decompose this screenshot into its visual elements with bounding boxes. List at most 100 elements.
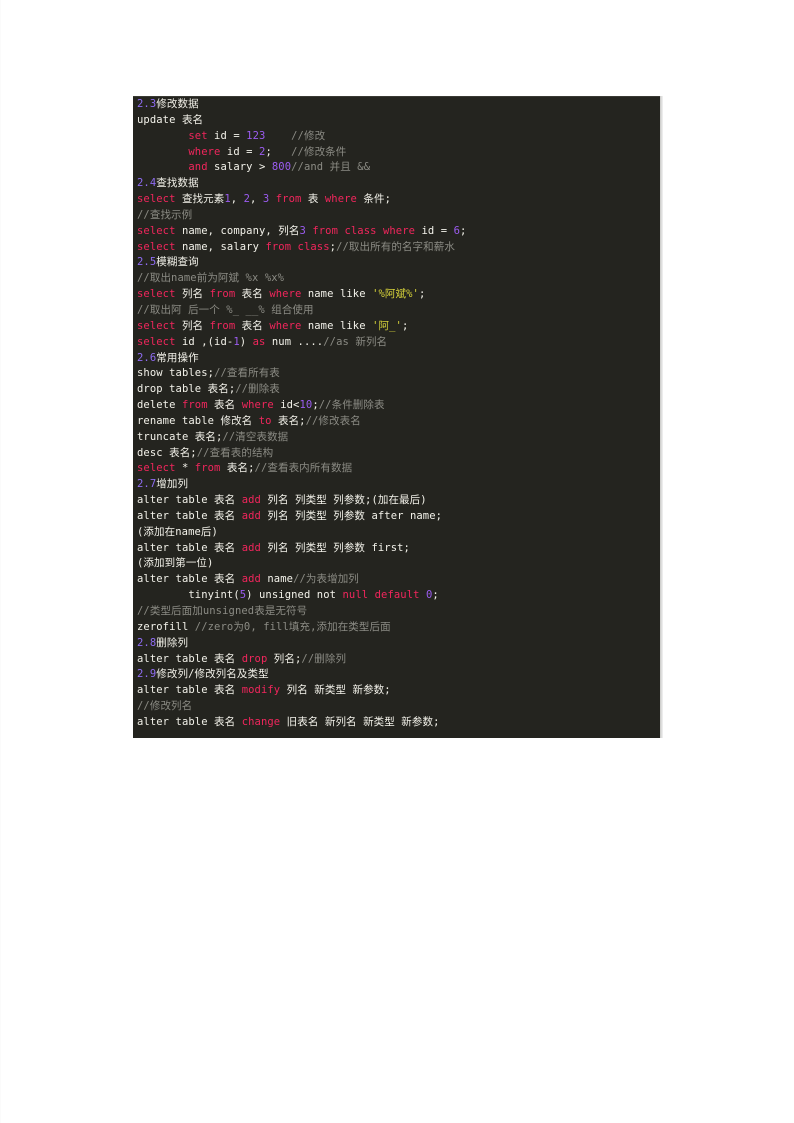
code-token-str: '%阿斌%': [372, 288, 419, 301]
code-token-kw: add: [241, 509, 261, 522]
code-line: drop table 表名;//删除表: [137, 382, 660, 398]
code-line: alter table 表名 add 列名 列类型 列参数 after name…: [137, 509, 660, 525]
code-token-id: 表名: [235, 288, 270, 301]
code-token-id: id ,(id-: [175, 335, 234, 348]
code-token-id: 增加列: [156, 478, 189, 491]
code-token-kw: where: [382, 224, 416, 237]
code-line: set id = 123 //修改: [137, 129, 660, 145]
code-token-cmt: //查看表的结构: [196, 446, 274, 459]
code-token-id: alter table 表名: [137, 715, 242, 728]
code-token-cmt: //and 并且 &&: [291, 161, 371, 174]
code-token-kw: class: [297, 240, 330, 253]
code-token-id: 删除列: [156, 636, 189, 649]
code-token-kw: select: [137, 288, 176, 301]
code-token-id: 修改列/修改列名及类型: [156, 668, 269, 681]
code-token-op: [137, 146, 188, 158]
code-token-sec: 2.4: [137, 177, 157, 190]
code-token-kw: as: [252, 335, 266, 348]
code-line: //取出阿 后一个 %_ __% 组合使用: [137, 303, 660, 319]
code-line: //类型后面加unsigned表是无符号: [137, 604, 660, 620]
code-token-id: salary: [207, 161, 260, 174]
code-token-id: (添加在name后): [137, 525, 218, 538]
code-token-id: ;: [418, 288, 426, 301]
code-token-id: 表: [301, 193, 325, 206]
code-token-id: 列名;: [267, 652, 302, 665]
code-token-kw: and: [188, 161, 208, 174]
code-token-cmt: //zero为0, fill填充,添加在类型后面: [188, 620, 391, 633]
code-line: select id ,(id-1) as num ....//as 新列名: [137, 335, 660, 351]
code-token-kw: where: [241, 399, 274, 412]
code-line: rename table 修改名 to 表名;//修改表名: [137, 414, 660, 430]
code-token-id: name, salary: [175, 240, 266, 253]
code-line: select name, salary from class;//取出所有的名字…: [137, 240, 660, 256]
code-token-kw: modify: [241, 684, 281, 697]
code-token-id: alter table 表名: [137, 541, 242, 554]
code-token-num: 800: [271, 161, 292, 174]
code-token-id: zerofill: [137, 620, 189, 633]
code-token-id: 表名;: [271, 414, 306, 427]
code-token-kw: where: [269, 288, 302, 301]
code-token-op: [272, 146, 291, 158]
code-token-cmt: //类型后面加unsigned表是无符号: [137, 605, 308, 617]
code-token-id: id: [220, 145, 247, 158]
code-token-id: name, company, 列名: [175, 224, 300, 237]
code-line: select * from 表名;//查看表内所有数据: [137, 461, 660, 477]
code-line: select 列名 from 表名 where name like '%阿斌%'…: [137, 287, 660, 303]
code-token-cmt: //取出阿 后一个 %_ __% 组合使用: [137, 303, 314, 316]
code-line: //查找示例: [137, 208, 660, 224]
code-line: and salary > 800//and 并且 &&: [137, 160, 660, 176]
code-token-cmt: //修改列名: [137, 700, 193, 713]
code-token-id: 表名: [175, 113, 204, 126]
code-token-id: ) unsigned not: [246, 589, 343, 602]
code-lines-container: 2.3修改数据 update 表名 set id = 123 //修改 where…: [133, 97, 660, 731]
code-token-kw: class: [344, 224, 377, 237]
code-token-cmt: //为表增加列: [293, 573, 359, 586]
code-line: (添加到第一位): [137, 556, 660, 572]
code-token-id: ;: [432, 589, 439, 602]
code-token-id: rename table 修改名: [137, 414, 259, 427]
code-token-id: tinyint(: [137, 589, 240, 602]
code-line: truncate 表名;//清空表数据: [137, 430, 660, 446]
code-line: show tables;//查看所有表: [137, 366, 660, 382]
code-token-sec: 2.6: [137, 351, 157, 364]
code-token-kw: from: [275, 193, 302, 206]
code-line: select 列名 from 表名 where name like '阿_';: [137, 319, 660, 335]
code-token-cmt: //清空表数据: [222, 430, 289, 443]
code-token-id: 表名: [235, 319, 270, 332]
code-token-op: [137, 130, 188, 142]
code-token-id: 模糊查询: [156, 256, 199, 269]
code-line: select name, company, 列名3 from class whe…: [137, 224, 660, 240]
code-token-cmt: //条件删除表: [318, 399, 385, 412]
code-token-kw: select: [137, 462, 176, 475]
code-token-sec: 2.5: [137, 256, 157, 269]
code-token-op: [137, 161, 188, 173]
code-token-id: 列名: [175, 319, 210, 332]
code-token-id: show tables;: [137, 367, 215, 380]
code-token-kw: where: [188, 145, 221, 158]
code-token-cmt: //查看表内所有数据: [254, 462, 353, 475]
code-token-kw: from: [312, 224, 339, 237]
code-token-sec: 2.9: [137, 668, 157, 681]
code-line: (添加在name后): [137, 525, 660, 541]
code-token-id: 表名: [207, 399, 242, 412]
code-token-op: [265, 130, 291, 142]
code-token-id: *: [175, 462, 195, 475]
code-token-id: id =: [415, 224, 454, 237]
code-token-kw: to: [258, 414, 272, 427]
code-line: 2.9修改列/修改列名及类型: [137, 667, 660, 683]
code-line: delete from 表名 where id<10;//条件删除表: [137, 398, 660, 414]
code-token-sec: 2.7: [137, 478, 157, 491]
sql-code-block: 2.3修改数据 update 表名 set id = 123 //修改 where…: [133, 96, 660, 738]
code-line: select 查找元素1, 2, 3 from 表 where 条件;: [137, 192, 660, 208]
code-token-sec: 2.3: [137, 98, 157, 110]
code-token-kw: select: [137, 335, 176, 348]
code-token-id: 条件;: [356, 193, 392, 206]
code-token-kw: add: [241, 541, 261, 554]
code-token-kw: where: [324, 193, 357, 206]
code-token-kw: from: [194, 462, 221, 475]
code-line: desc 表名;//查看表的结构: [137, 446, 660, 462]
code-token-id: 查找数据: [156, 177, 199, 190]
code-token-id: ,: [230, 193, 244, 206]
code-token-id: 表名;: [220, 462, 255, 475]
code-token-id: name: [260, 573, 294, 586]
